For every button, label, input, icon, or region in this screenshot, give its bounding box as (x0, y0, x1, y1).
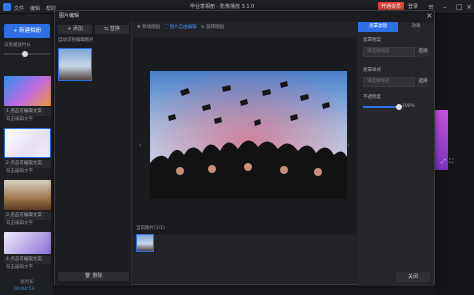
auto-detect-caption: 自动识别编辑图片 (58, 38, 94, 43)
add-image-button[interactable]: + 添加 (58, 25, 92, 34)
mask-style-select-button[interactable]: 选择 (417, 77, 429, 87)
total-duration-value: 00:04:53 (14, 287, 35, 292)
tool-move-layer[interactable]: ✥ 移动图层 (137, 25, 160, 31)
mask-pattern-field[interactable]: 请选择图案 (363, 47, 415, 57)
image-strip-thumb[interactable] (136, 234, 154, 252)
slide-label-1: 1 点击可编辑文案 (4, 108, 51, 116)
slide-sub-4: 双击编辑文字 (6, 265, 33, 270)
new-album-button[interactable]: + 新建相册 (4, 24, 50, 38)
image-list-panel: + 添加 ⇆ 替换 自动识别编辑图片 🗑 删除 (55, 22, 132, 286)
tool-rotate-layer[interactable]: ↻ 旋转图层 (201, 25, 224, 31)
tab-mask-filter[interactable]: 遮罩滤镜 (358, 22, 398, 32)
duration-slider[interactable] (4, 51, 50, 57)
mask-pattern-label: 遮罩图案 (363, 38, 381, 43)
photo-graphic (150, 71, 347, 199)
minimize-icon[interactable]: – (443, 3, 447, 11)
tab-effects[interactable]: 效果 (398, 22, 434, 32)
mask-pattern-select-button[interactable]: 选择 (417, 47, 429, 57)
total-duration-label: 总时长 (20, 280, 34, 285)
close-window-icon[interactable]: × (466, 3, 472, 11)
menu-edit[interactable]: 编辑 (30, 5, 40, 12)
graduation-photo[interactable] (150, 71, 347, 199)
slide-thumb-3[interactable] (4, 180, 51, 210)
dialog-close-button[interactable]: 关闭 (396, 272, 430, 282)
mask-style-field[interactable]: 请选择样式 (363, 77, 415, 87)
image-edit-dialog: 图片编辑 × + 添加 ⇆ 替换 自动识别编辑图片 🗑 删除 ✥ 移动图层 ⛶ … (54, 10, 435, 286)
app-logo-icon (3, 3, 11, 11)
zoom-icon[interactable]: ⤢ (441, 159, 446, 165)
slide-sub-2: 双击编辑文字 (6, 169, 33, 174)
thumb-toolbar (4, 62, 51, 70)
image-strip-label: 当前图片(1/1) (136, 226, 165, 231)
dialog-title: 图片编辑 (59, 13, 80, 19)
prev-arrow-icon[interactable]: ‹ (139, 141, 142, 149)
next-arrow-icon[interactable]: › (347, 141, 350, 149)
duration-label: 渲染播放时长 (4, 43, 31, 48)
replace-image-button[interactable]: ⇆ 替换 (95, 25, 129, 34)
slide-sub-3: 双击编辑文字 (6, 221, 33, 226)
dialog-header: 图片编辑 × (55, 11, 434, 22)
slide-sub-1: 双击编辑文字 (6, 117, 33, 122)
slide-label-3: 3 点击可编辑文案 (4, 212, 51, 220)
slider-knob[interactable] (22, 51, 28, 57)
slide-thumb-4[interactable] (4, 232, 51, 254)
mask-style-label: 遮罩样式 (363, 68, 381, 73)
opacity-label: 不透明度 (363, 95, 381, 100)
opacity-slider-fill (363, 106, 399, 108)
delete-image-button[interactable]: 🗑 删除 (58, 272, 129, 281)
fullscreen-icon[interactable]: ⛶ (449, 159, 453, 165)
properties-panel: 遮罩滤镜 效果 遮罩图案 请选择图案 选择 遮罩样式 请选择样式 选择 不透明度… (358, 22, 434, 286)
background-preview-area: ⛶ ⤢ (435, 14, 474, 295)
slide-label-2: 2 点击可编辑文案 (4, 160, 51, 168)
image-list-thumb[interactable] (58, 48, 92, 81)
opacity-value: 100% (402, 104, 415, 109)
slide-thumb-2[interactable] (4, 128, 51, 158)
maximize-icon[interactable]: □ (456, 3, 463, 11)
dialog-close-icon[interactable]: × (426, 11, 433, 20)
slide-thumb-1[interactable] (4, 76, 51, 106)
slide-label-4: 4 点击可编辑文案 (4, 256, 51, 264)
tool-free-edit[interactable]: ⛶ 图片自由编辑 (165, 25, 197, 31)
opacity-slider[interactable] (363, 104, 402, 110)
menu-file[interactable]: 文件 (14, 5, 24, 12)
